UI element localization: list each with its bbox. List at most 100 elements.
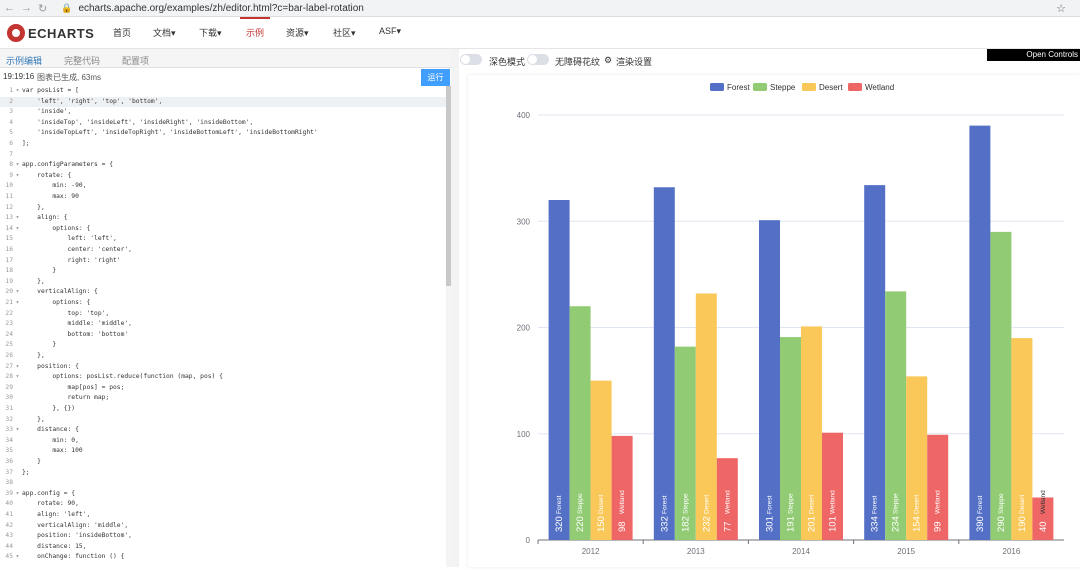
preview-toolbar: 深色模式 无障碍花纹 ⚙ 渲染设置 Open Controls [459, 49, 1080, 71]
fold-toggle-icon[interactable]: ▾ [13, 298, 22, 309]
fold-toggle-icon[interactable]: ▾ [13, 86, 22, 97]
code-line[interactable]: 38 [0, 478, 446, 489]
code-line[interactable]: 33 ▾ distance: { [0, 425, 446, 436]
code-line[interactable]: 25 } [0, 340, 446, 351]
code-line[interactable]: 15 left: 'left', [0, 234, 446, 245]
bar-series-label: Wetland [830, 490, 837, 514]
fold-toggle-icon[interactable]: ▾ [13, 287, 22, 298]
code-line[interactable]: 5 'insideTopLeft', 'insideTopRight', 'in… [0, 128, 446, 139]
fold-toggle-icon[interactable]: ▾ [13, 372, 22, 383]
code-line[interactable]: 1 ▾ var posList = [ [0, 86, 446, 97]
code-line[interactable]: 35 max: 100 [0, 446, 446, 457]
code-line[interactable]: 16 center: 'center', [0, 245, 446, 256]
accessibility-toggle[interactable] [527, 54, 549, 65]
bar-value-label: 332 [659, 516, 670, 532]
code-line[interactable]: 8 ▾ app.configParameters = { [0, 160, 446, 171]
nav-item-2[interactable]: 下载▾ [199, 26, 222, 39]
run-button[interactable]: 运行 [421, 69, 450, 86]
code-line[interactable]: 41 align: 'left', [0, 510, 446, 521]
code-line[interactable]: 19 }, [0, 277, 446, 288]
code-line[interactable]: 42 verticalAlign: 'middle', [0, 521, 446, 532]
fold-toggle-icon[interactable]: ▾ [13, 171, 22, 182]
legend-label: Wetland [865, 83, 894, 92]
code-line[interactable]: 12 }, [0, 203, 446, 214]
code-line[interactable]: 31 }, {}) [0, 404, 446, 415]
render-settings-label[interactable]: 渲染设置 [616, 55, 652, 68]
bar-value-label: 290 [996, 516, 1007, 532]
bookmark-star-icon[interactable]: ☆ [1056, 2, 1066, 15]
code-line[interactable]: 39 ▾ app.config = { [0, 489, 446, 500]
code-line[interactable]: 34 min: 0, [0, 436, 446, 447]
fold-toggle-icon[interactable]: ▾ [13, 224, 22, 235]
code-line[interactable]: 22 top: 'top', [0, 309, 446, 320]
code-line[interactable]: 28 ▾ options: posList.reduce(function (ma… [0, 372, 446, 383]
code-line[interactable]: 10 min: -90, [0, 181, 446, 192]
lock-icon[interactable]: 🔒 [61, 3, 72, 14]
dark-mode-toggle[interactable] [460, 54, 482, 65]
code-line[interactable]: 18 } [0, 266, 446, 277]
url-text[interactable]: echarts.apache.org/examples/zh/editor.ht… [78, 3, 363, 14]
code-line[interactable]: 17 right: 'right' [0, 256, 446, 267]
code-line[interactable]: 32 }, [0, 415, 446, 426]
fold-toggle-icon[interactable]: ▾ [13, 552, 22, 563]
tab-full-code[interactable]: 完整代码 [64, 54, 100, 67]
fold-toggle-icon[interactable]: ▾ [13, 160, 22, 171]
legend-swatch-forest [710, 83, 724, 91]
code-line[interactable]: 14 ▾ options: { [0, 224, 446, 235]
nav-item-0[interactable]: 首页 [113, 26, 131, 39]
line-number: 2 [9, 97, 13, 105]
tab-example-edit[interactable]: 示例编辑 [6, 54, 42, 67]
code-line[interactable]: 37}; [0, 468, 446, 479]
nav-item-1[interactable]: 文档▾ [153, 26, 176, 39]
line-number: 29 [5, 383, 13, 391]
code-line[interactable]: 3 'inside', [0, 107, 446, 118]
code-line[interactable]: 36 } [0, 457, 446, 468]
code-line[interactable]: 30 return map; [0, 393, 446, 404]
code-text: options: { [22, 224, 91, 232]
status-time: 19:19:16 [3, 72, 35, 81]
code-line[interactable]: 26 }, [0, 351, 446, 362]
open-controls-button[interactable]: Open Controls [987, 49, 1080, 61]
bar-value-label: 234 [891, 516, 902, 532]
code-line[interactable]: 44 distance: 15, [0, 542, 446, 553]
code-line[interactable]: 20 ▾ verticalAlign: { [0, 287, 446, 298]
code-line[interactable]: 21 ▾ options: { [0, 298, 446, 309]
echarts-logo[interactable]: ECHARTS [7, 24, 94, 42]
code-line[interactable]: 23 middle: 'middle', [0, 319, 446, 330]
code-line[interactable]: 24 bottom: 'bottom' [0, 330, 446, 341]
bar-value-label: 334 [870, 516, 881, 532]
fold-toggle-icon[interactable]: ▾ [13, 489, 22, 500]
code-line[interactable]: 43 position: 'insideBottom', [0, 531, 446, 542]
gear-icon[interactable]: ⚙ [604, 55, 612, 66]
line-number: 35 [5, 447, 13, 455]
line-number: 45 [5, 553, 13, 561]
y-tick-label: 0 [526, 536, 531, 545]
nav-item-3[interactable]: 示例 [239, 17, 271, 39]
tab-config-items[interactable]: 配置项 [122, 54, 149, 67]
code-line[interactable]: 7 [0, 150, 446, 161]
code-line[interactable]: 40 rotate: 90, [0, 499, 446, 510]
forward-arrow-icon[interactable]: → [21, 2, 32, 15]
code-line[interactable]: 11 max: 90 [0, 192, 446, 203]
code-line[interactable]: 2 'left', 'right', 'top', 'bottom', [0, 96, 446, 108]
code-line[interactable]: 45 ▾ onChange: function () { [0, 552, 446, 563]
back-arrow-icon[interactable]: ← [4, 2, 15, 15]
nav-item-5[interactable]: 社区▾ [333, 26, 356, 39]
fold-toggle-icon[interactable]: ▾ [13, 213, 22, 224]
bar-series-label: Steppe [577, 493, 584, 514]
code-line[interactable]: 27 ▾ position: { [0, 362, 446, 373]
legend-label: Forest [727, 83, 750, 92]
nav-item-4[interactable]: 资源▾ [286, 26, 309, 39]
reload-icon[interactable]: ↻ [38, 2, 47, 15]
panel-splitter[interactable] [451, 49, 459, 567]
code-line[interactable]: 13 ▾ align: { [0, 213, 446, 224]
code-line[interactable]: 9 ▾ rotate: { [0, 171, 446, 182]
code-line[interactable]: 4 'insideTop', 'insideLeft', 'insideRigh… [0, 118, 446, 129]
code-editor[interactable]: 1 ▾ var posList = [2 'left', 'right', 'top… [0, 86, 446, 567]
fold-toggle-icon[interactable]: ▾ [13, 362, 22, 373]
fold-toggle-icon[interactable]: ▾ [13, 425, 22, 436]
nav-item-6[interactable]: ASF▾ [379, 26, 401, 37]
bar-forest [864, 185, 886, 540]
code-line[interactable]: 6]; [0, 139, 446, 150]
code-line[interactable]: 29 map[pos] = pos; [0, 383, 446, 394]
